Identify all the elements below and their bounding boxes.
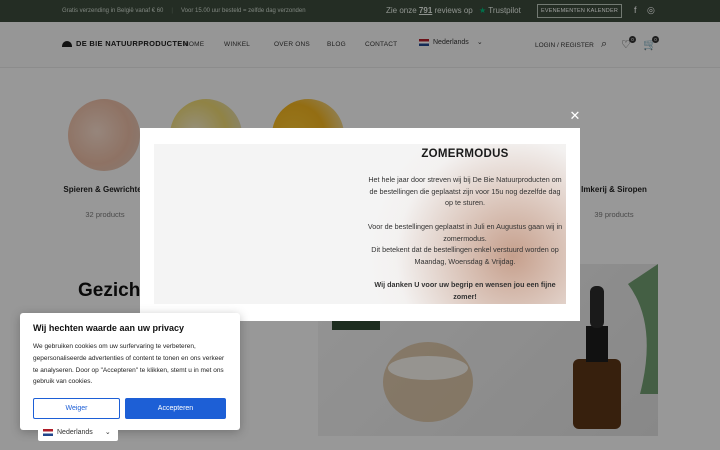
chevron-down-icon: ⌄ [104,429,111,436]
modal-paragraph-1: Het hele jaar door streven wij bij De Bi… [368,175,562,207]
cookie-text: We gebruiken cookies om uw surfervaring … [33,343,225,386]
language-switcher-label: Nederlands [57,428,93,436]
modal-paragraph-4: Wij danken U voor uw begrip en wensen jo… [374,280,556,301]
modal-paragraph-3: Dit betekent dat de bestellingen enkel v… [371,245,559,266]
cookie-consent-banner: Wij hechten waarde aan uw privacy We geb… [20,313,240,430]
netherlands-flag-icon [43,428,53,436]
accept-cookies-button[interactable]: Accepteren [125,398,226,419]
language-switcher-float[interactable]: Nederlands ⌄ [38,423,118,441]
cookie-title: Wij hechten waarde aan uw privacy [33,323,184,333]
modal-paragraph-2: Voor de bestellingen geplaatst in Juli e… [367,222,563,243]
deny-cookies-button[interactable]: Weiger [33,398,120,419]
modal-title: ZOMERMODUS [421,148,509,160]
close-icon[interactable]: ✕ [569,109,581,122]
summer-mode-modal: ZOMERMODUS Het hele jaar door streven wi… [140,128,580,321]
